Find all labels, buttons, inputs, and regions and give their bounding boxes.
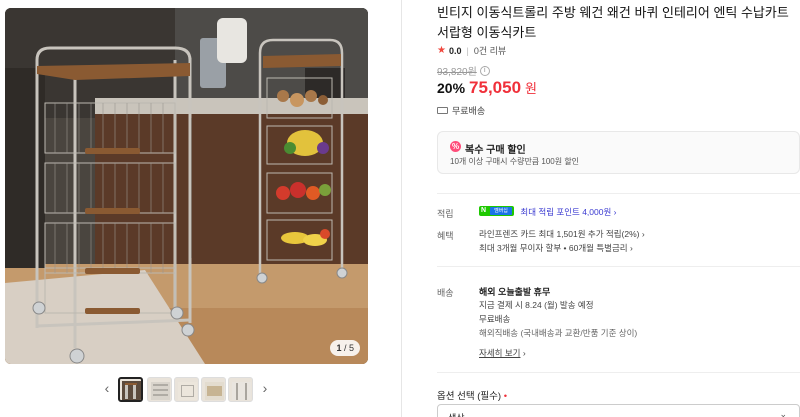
card-benefit-link[interactable]: 라인프렌즈 카드 최대 1,501원 추가 적립(2%) › — [479, 228, 645, 240]
required-mark: • — [503, 391, 508, 402]
star-icon: ★ — [437, 45, 446, 56]
original-price: 93,820원 — [437, 67, 477, 78]
delivery-overseas-note: 해외직배송 (국내배송과 교환/반품 기준 상이) — [479, 328, 638, 338]
option-label: 옵션 선택 (필수) • — [437, 388, 507, 402]
select-value: 색상 — [448, 411, 465, 417]
section-divider — [437, 372, 800, 373]
delivery-status: 해외 오늘출발 휴무 — [479, 287, 551, 297]
thumbnail-4[interactable] — [201, 377, 226, 402]
rating-score: 0.0 — [448, 45, 462, 56]
benefit-label: 혜택 — [437, 231, 454, 241]
original-price-row: 93,820원 i — [437, 63, 490, 78]
rating-row[interactable]: ★ 0.0 | 0건 리뷰 — [437, 44, 506, 57]
product-title: 빈티지 이동식트롤리 주방 웨건 왜건 바퀴 인테리어 엔틱 수납카트 서랍형 … — [437, 5, 789, 40]
chevron-right-icon: › — [522, 348, 526, 358]
thumbnail-prev-arrow[interactable]: ‹ — [100, 380, 114, 396]
price-unit: 원 — [525, 81, 537, 96]
installment-link[interactable]: 최대 3개월 무이자 할부 • 60개월 특별금리 › — [479, 242, 633, 254]
review-count[interactable]: 0건 리뷰 — [474, 44, 506, 57]
discount-badge-icon: % — [450, 141, 461, 152]
rating-separator: | — [466, 45, 469, 56]
image-counter-current: 1 — [336, 343, 342, 353]
discount-rate: 20% — [437, 80, 466, 96]
free-shipping-label: 무료배송 — [452, 106, 486, 116]
max-points-link[interactable]: 최대 적립 포인트 4,000원 › — [520, 207, 616, 217]
image-counter: 1 / 5 — [330, 340, 360, 356]
info-icon[interactable]: i — [479, 65, 490, 76]
thumbnail-1[interactable] — [118, 377, 143, 402]
delivery-schedule: 지금 결제 시 8.24 (월) 발송 예정 — [479, 300, 594, 310]
npay-membership-icon: N 멤버십 — [479, 206, 514, 216]
truck-icon — [437, 107, 448, 114]
sale-price-row: 20% 75,050 원 — [437, 78, 537, 98]
bulk-discount-title: 복수 구매 할인 — [465, 145, 526, 156]
product-photo — [5, 8, 368, 364]
sale-price: 75,050 — [469, 78, 522, 97]
npay-plus-mark: 멤버십 — [490, 207, 512, 215]
thumbnail-2[interactable] — [147, 377, 172, 402]
delivery-label: 배송 — [437, 288, 454, 298]
points-row[interactable]: N 멤버십 최대 적립 포인트 4,000원 › — [479, 206, 616, 218]
product-main-image[interactable]: 1 / 5 — [5, 8, 368, 364]
npay-n-mark: N — [481, 207, 487, 214]
section-divider — [437, 266, 800, 267]
delivery-details-link[interactable]: 자세히 보기 — [479, 348, 520, 358]
column-divider — [401, 0, 402, 417]
option-label-text: 옵션 선택 (필수) — [437, 391, 502, 402]
section-divider — [437, 193, 800, 194]
thumbnail-strip: ‹ › — [0, 372, 372, 408]
product-details: 빈티지 이동식트롤리 주방 웨건 왜건 바퀴 인테리어 엔틱 수납카트 서랍형 … — [437, 0, 800, 417]
free-shipping-row: 무료배송 — [437, 104, 485, 117]
delivery-fee: 무료배송 — [479, 314, 511, 324]
delivery-details-row[interactable]: 자세히 보기 › — [479, 347, 526, 359]
bulk-discount-box: % 복수 구매 할인 10개 이상 구매시 수량만큼 100원 할인 — [437, 131, 800, 174]
image-counter-total: / 5 — [343, 343, 354, 353]
thumbnail-next-arrow[interactable]: › — [258, 380, 272, 396]
thumbnail-5[interactable] — [228, 377, 253, 402]
color-option-select[interactable]: 색상 ⌄ — [437, 404, 800, 417]
thumbnail-3[interactable] — [174, 377, 199, 402]
bulk-discount-description: 10개 이상 구매시 수량만큼 100원 할인 — [450, 157, 580, 166]
points-label: 적립 — [437, 209, 454, 219]
chevron-down-icon: ⌄ — [779, 409, 787, 417]
